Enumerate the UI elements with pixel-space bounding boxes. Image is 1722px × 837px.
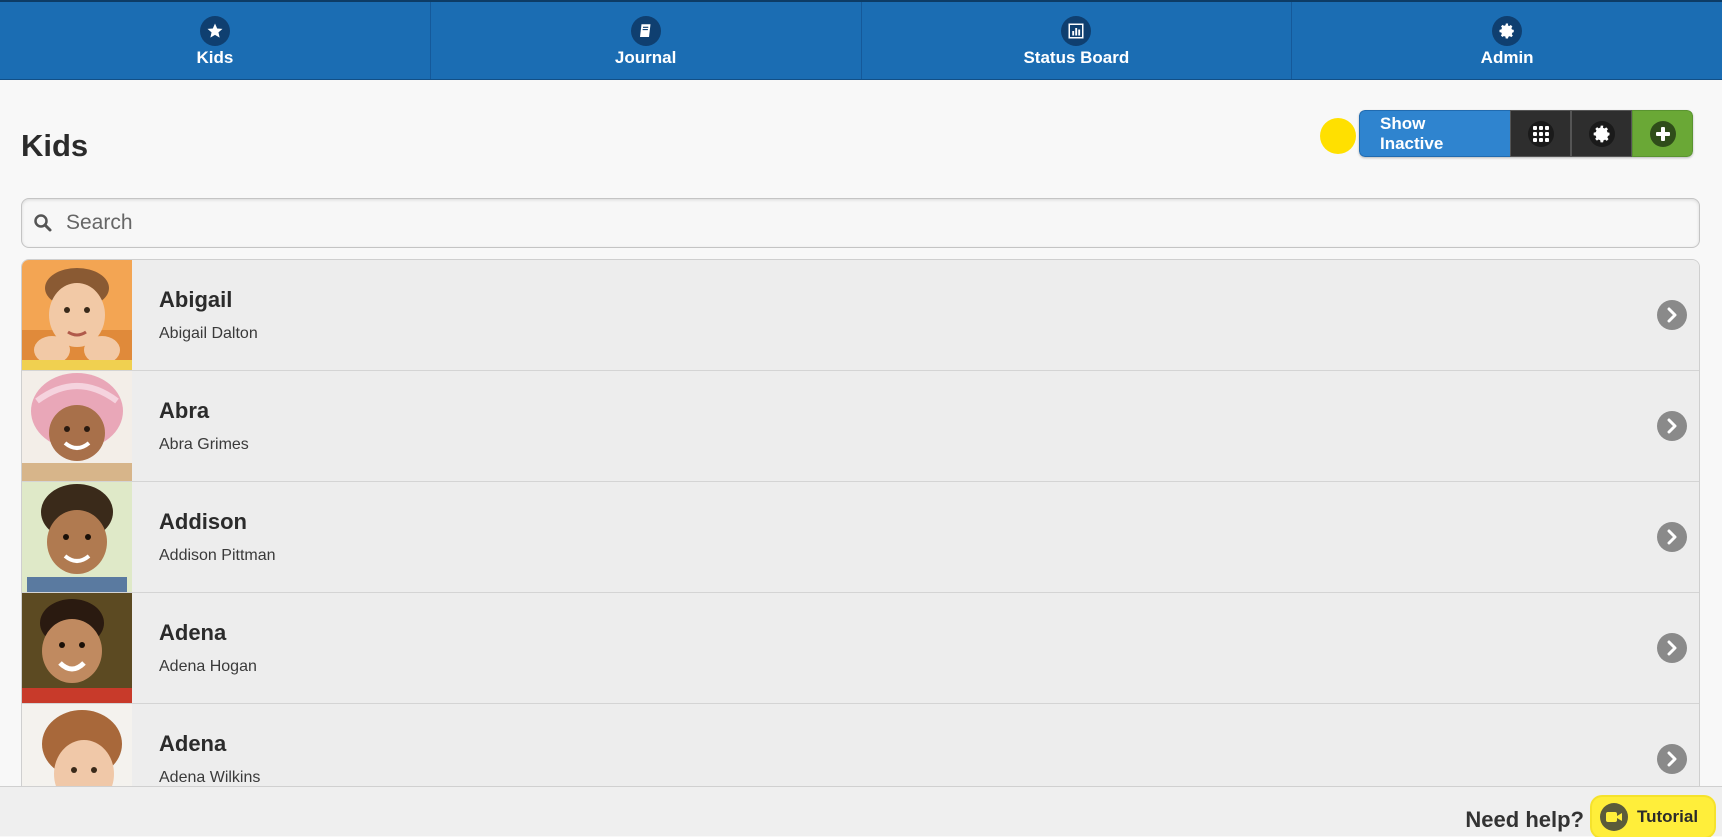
nav-tab-kids[interactable]: Kids: [0, 2, 431, 79]
star-icon: [199, 15, 230, 46]
avatar: [22, 593, 132, 703]
need-help-text: Need help?: [1465, 807, 1584, 832]
search-input[interactable]: [62, 199, 1699, 247]
nav-label: Admin: [1480, 47, 1534, 67]
chevron-right-icon[interactable]: [1657, 300, 1687, 330]
nav-tab-admin[interactable]: Admin: [1292, 2, 1722, 79]
avatar: [22, 482, 132, 592]
bar-chart-icon: [1061, 15, 1092, 46]
page-title: Kids: [21, 128, 89, 163]
grid-view-button[interactable]: [1510, 110, 1571, 157]
tutorial-label: Tutorial: [1637, 807, 1699, 826]
gear-icon: [1492, 15, 1523, 46]
list-item[interactable]: Addison Addison Pittman: [22, 482, 1699, 593]
plus-icon: [1649, 120, 1676, 147]
kid-full-name: Adena Hogan: [159, 658, 257, 675]
tutorial-button[interactable]: Tutorial: [1592, 797, 1714, 837]
toolbar: Show Inactive: [1359, 110, 1693, 157]
list-item[interactable]: Abra Abra Grimes: [22, 371, 1699, 482]
gear-icon: [1588, 120, 1615, 147]
book-icon: [630, 15, 661, 46]
avatar: [22, 371, 132, 481]
chevron-right-icon[interactable]: [1657, 522, 1687, 552]
kid-first-name: Addison: [159, 509, 247, 534]
chevron-right-icon[interactable]: [1657, 411, 1687, 441]
list-item[interactable]: Adena Adena Hogan: [22, 593, 1699, 704]
avatar: [22, 704, 132, 786]
kid-first-name: Adena: [159, 620, 227, 645]
nav-label: Kids: [196, 47, 234, 67]
avatar: [22, 260, 132, 370]
chevron-right-icon[interactable]: [1657, 633, 1687, 663]
video-camera-icon: [1600, 803, 1628, 831]
search-icon: [24, 213, 62, 233]
kid-full-name: Abra Grimes: [159, 436, 249, 453]
settings-button[interactable]: [1571, 110, 1632, 157]
kid-first-name: Abra: [159, 398, 210, 423]
search-box: [21, 198, 1700, 248]
chevron-right-icon[interactable]: [1657, 744, 1687, 774]
nav-tab-status-board[interactable]: Status Board: [862, 2, 1293, 79]
kid-full-name: Adena Wilkins: [159, 769, 261, 786]
cursor-indicator: [1320, 118, 1356, 154]
list-item[interactable]: Adena Adena Wilkins: [22, 704, 1699, 786]
kids-list: Abigail Abigail Dalton Abra Abra Grimes: [21, 259, 1700, 786]
footer-bar: Need help? Tutorial: [0, 786, 1722, 837]
kid-full-name: Abigail Dalton: [159, 325, 258, 342]
kid-full-name: Addison Pittman: [159, 547, 276, 564]
kid-first-name: Abigail: [159, 287, 233, 312]
show-inactive-button[interactable]: Show Inactive: [1359, 110, 1510, 157]
top-nav: Kids Journal Status Board Admin: [0, 0, 1722, 80]
nav-label: Journal: [614, 47, 677, 67]
nav-tab-journal[interactable]: Journal: [431, 2, 862, 79]
add-kid-button[interactable]: [1632, 110, 1693, 157]
list-item[interactable]: Abigail Abigail Dalton: [22, 260, 1699, 371]
kid-first-name: Adena: [159, 731, 227, 756]
nav-label: Status Board: [1023, 47, 1130, 67]
grid-icon: [1527, 120, 1554, 147]
